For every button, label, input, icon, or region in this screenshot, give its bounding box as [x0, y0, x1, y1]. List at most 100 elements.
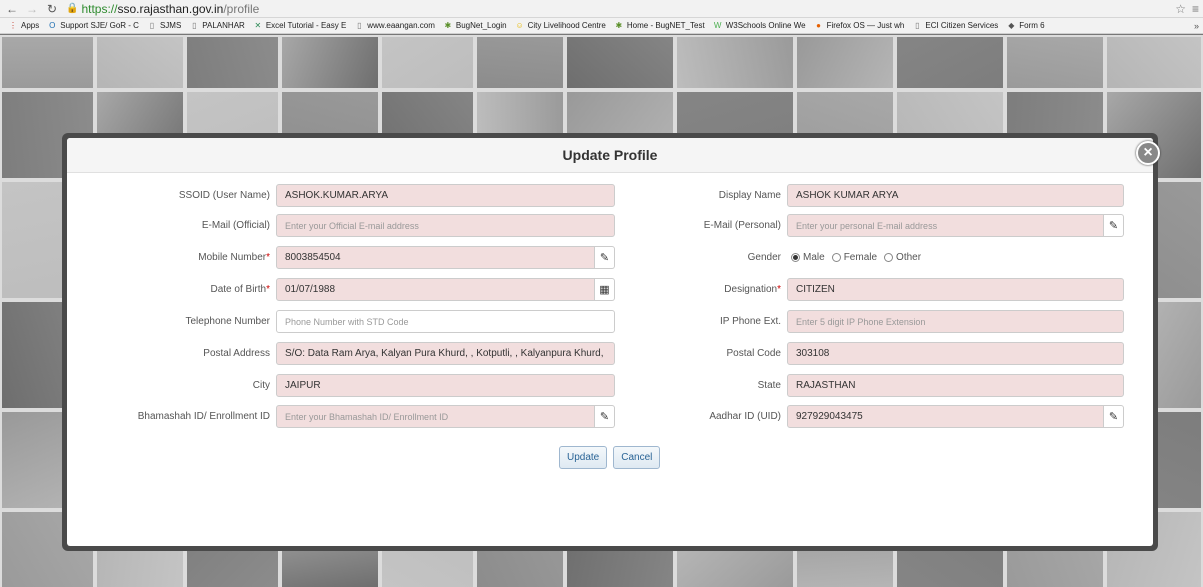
form-row: Date of Birth* 01/07/1988 ▦ [67, 278, 615, 301]
bookmark-label: W3Schools Online We [725, 21, 806, 30]
bookmark-label: Firefox OS — Just wh [826, 21, 905, 30]
bookmark-item[interactable]: ▯ www.eaangan.com [354, 21, 435, 31]
cancel-button[interactable]: Cancel [613, 446, 661, 469]
form-row: Postal Address S/O: Data Ram Arya, Kalyan… [67, 342, 615, 365]
input-value: 303108 [796, 348, 830, 359]
bookmark-label: City Livelihood Centre [527, 21, 606, 30]
text-input[interactable]: JAIPUR [276, 374, 615, 397]
field-label: Designation* [607, 284, 787, 295]
bookmarks-overflow-icon[interactable]: » [1194, 21, 1199, 31]
bookmark-item[interactable]: ▯ ECI Citizen Services [912, 21, 998, 31]
input-value: ASHOK KUMAR ARYA [796, 190, 899, 201]
bookmarks-bar: ⋮ Apps O Support SJE/ GoR - C ▯ SJMS ▯ PALANHAR… [0, 18, 1203, 34]
text-input[interactable]: Phone Number with STD Code [276, 310, 615, 333]
field-label-text: E-Mail (Official) [201, 220, 270, 231]
input-value: 8003854504 [285, 252, 341, 263]
close-icon[interactable]: × [1136, 141, 1160, 165]
text-input[interactable]: 8003854504 [276, 246, 595, 269]
form-row: E-Mail (Personal) Enter your personal E-m… [607, 214, 1124, 237]
field-label: State [607, 380, 787, 391]
bookmark-label: SJMS [159, 21, 182, 30]
bookmark-star-icon[interactable]: ☆ [1175, 2, 1186, 16]
text-input[interactable]: Enter your personal E-mail address [787, 214, 1104, 237]
field-label-text: Date of Birth [210, 284, 267, 295]
text-input[interactable]: ASHOK KUMAR ARYA [787, 184, 1124, 207]
update-button[interactable]: Update [559, 446, 608, 469]
background-photo-tile [795, 35, 895, 90]
bookmark-item[interactable]: ☺ City Livelihood Centre [515, 21, 606, 31]
edit-icon[interactable]: ✎ [1104, 405, 1124, 428]
bookmark-item[interactable]: ✱ Home - BugNET_Test [614, 21, 705, 31]
bookmark-item[interactable]: ▯ PALANHAR [189, 21, 245, 31]
form-row: IP Phone Ext. Enter 5 digit IP Phone Exte… [607, 310, 1124, 333]
text-input[interactable]: S/O: Data Ram Arya, Kalyan Pura Khurd, ,… [276, 342, 615, 365]
text-input[interactable]: CITIZEN [787, 278, 1124, 301]
bug-icon: ✱ [444, 21, 452, 30]
bookmark-item[interactable]: ⋮ Apps [8, 21, 39, 31]
bookmark-item[interactable]: O Support SJE/ GoR - C [47, 21, 139, 31]
input-value: S/O: Data Ram Arya, Kalyan Pura Khurd, ,… [285, 348, 604, 359]
page-icon: ▯ [192, 21, 197, 30]
input-placeholder: Enter your personal E-mail address [796, 220, 938, 231]
modal-title: Update Profile [562, 147, 658, 163]
update-profile-modal: Update Profile × SSOID (User Name) ASHOK.… [67, 138, 1160, 546]
bookmark-item[interactable]: ▯ SJMS [147, 21, 182, 31]
field-label: IP Phone Ext. [607, 316, 787, 327]
background-photo-tile [380, 35, 475, 90]
input-placeholder: Phone Number with STD Code [285, 316, 409, 327]
reload-icon[interactable]: ↻ [44, 1, 60, 17]
background-photo-tile [895, 35, 1005, 90]
url-protocol: https:// [81, 1, 118, 16]
background-photo-tile [565, 35, 675, 90]
forward-arrow-icon[interactable]: → [24, 1, 40, 17]
form-row: Aadhar ID (UID) 927929043475 ✎ [607, 405, 1124, 428]
input-placeholder: Enter 5 digit IP Phone Extension [796, 316, 926, 327]
form-row: Telephone Number Phone Number with STD Co… [67, 310, 615, 333]
field-label-text: E-Mail (Personal) [703, 220, 781, 231]
text-input[interactable]: Enter your Official E-mail address [276, 214, 615, 237]
field-label: Mobile Number* [67, 252, 276, 263]
gender-radio-female[interactable] [831, 253, 841, 262]
required-marker: * [266, 284, 270, 295]
menu-icon[interactable]: ≡ [1192, 2, 1199, 16]
edit-icon[interactable]: ✎ [1104, 214, 1124, 237]
bookmark-item[interactable]: ◆ Form 6 [1006, 21, 1044, 31]
field-label-text: Gender [747, 252, 781, 263]
input-value: RAJASTHAN [796, 380, 856, 391]
text-input[interactable]: RAJASTHAN [787, 374, 1124, 397]
gender-radio-other[interactable] [884, 253, 894, 262]
apps-grid-icon: ⋮ [9, 21, 17, 30]
bookmark-item[interactable]: ✱ BugNet_Login [443, 21, 507, 31]
text-input[interactable]: Enter 5 digit IP Phone Extension [787, 310, 1124, 333]
address-bar[interactable]: 🔒 https:// sso.rajasthan.gov.in /profile [66, 2, 259, 16]
text-input[interactable]: 01/07/1988 [276, 278, 595, 301]
field-label-text: Postal Address [203, 348, 270, 359]
field-label-text: Telephone Number [185, 316, 271, 327]
back-arrow-icon[interactable]: ← [4, 1, 20, 17]
bookmark-item[interactable]: ● Firefox OS — Just wh [814, 21, 905, 31]
text-input[interactable]: ASHOK.KUMAR.ARYA [276, 184, 615, 207]
bookmark-item[interactable]: W W3Schools Online We [713, 21, 806, 31]
field-label-text: City [252, 380, 270, 391]
bookmark-item[interactable]: ✕ Excel Tutorial - Easy E [253, 21, 346, 31]
bookmark-label: BugNet_Login [455, 21, 507, 30]
bookmark-label: www.eaangan.com [367, 21, 435, 30]
field-label: City [67, 380, 276, 391]
input-placeholder: Enter your Bhamashah ID/ Enrollment ID [285, 411, 449, 422]
gender-radio-group: Male Female Other [787, 252, 921, 263]
field-label: Gender [607, 252, 787, 263]
text-input[interactable]: Enter your Bhamashah ID/ Enrollment ID [276, 405, 595, 428]
background-photo-tile [0, 35, 95, 90]
bookmark-label: Excel Tutorial - Easy E [265, 21, 347, 30]
modal-frame: Update Profile × SSOID (User Name) ASHOK.… [62, 133, 1160, 551]
input-value: 927929043475 [796, 411, 863, 422]
gender-radio-male[interactable] [791, 253, 800, 262]
field-label-text: Designation [724, 284, 778, 295]
field-label: Postal Code [607, 348, 787, 359]
input-value: 01/07/1988 [285, 284, 336, 295]
text-input[interactable]: 303108 [787, 342, 1124, 365]
page-icon: ▯ [149, 21, 155, 30]
w3-icon: W [713, 21, 722, 30]
field-label-text: SSOID (User Name) [178, 190, 270, 201]
text-input[interactable]: 927929043475 [787, 405, 1104, 428]
